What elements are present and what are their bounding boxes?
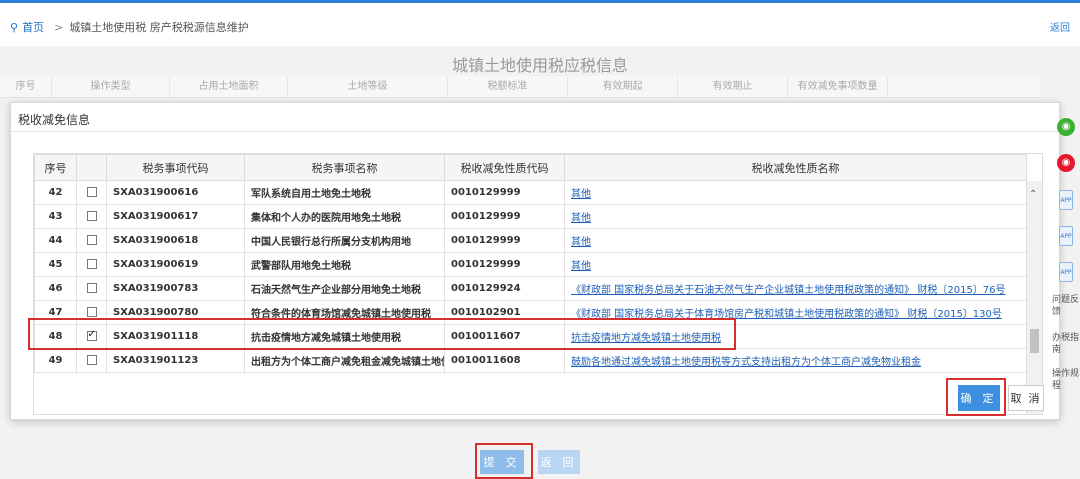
- bg-header-cell: 有效期起: [568, 76, 678, 97]
- breadcrumb: ⚲ 首页 > 城镇土地使用税 房产税税源信息维护: [10, 19, 249, 35]
- row-number: 42: [34, 180, 77, 205]
- relief-nature-name-link[interactable]: 其他: [571, 189, 591, 200]
- procedure-link[interactable]: 操作规程: [1052, 368, 1080, 392]
- table-row[interactable]: 49 SXA031901123 出租方为个体工商户减免租金减免城镇土地使用税 0…: [34, 348, 1027, 373]
- scroll-thumb[interactable]: [1030, 329, 1039, 353]
- page-title: 城镇土地使用税应税信息: [451, 56, 628, 75]
- table-header-row: 序号 税务事项代码 税务事项名称 税收减免性质代码 税收减免性质名称: [34, 154, 1027, 181]
- column-header: [76, 154, 107, 181]
- tax-relief-modal: 税收减免信息 序号 税务事项代码 税务事项名称 税收减免性质代码 税收减免性质名…: [10, 102, 1060, 420]
- bg-header-cell: 有效期止: [678, 76, 788, 97]
- relief-nature-name-link[interactable]: 《财政部 国家税务总局关于石油天然气生产企业城镇土地使用税政策的通知》 财税〔2…: [571, 285, 1006, 296]
- relief-nature-name-link[interactable]: 其他: [571, 237, 591, 248]
- back-link[interactable]: 返回: [1050, 19, 1070, 34]
- location-pin-icon: ⚲: [10, 20, 19, 34]
- relief-nature-code: 0010129924: [444, 276, 565, 301]
- row-number: 49: [34, 348, 77, 373]
- breadcrumb-current: 城镇土地使用税 房产税税源信息维护: [69, 21, 249, 34]
- relief-nature-name-link[interactable]: 鼓励各地通过减免城镇土地使用税等方式支持出租方为个体工商户减免物业租金: [571, 357, 921, 368]
- tax-item-name: 集体和个人办的医院用地免土地税: [244, 204, 445, 229]
- relief-nature-code: 0010129999: [444, 180, 565, 205]
- relief-nature-code: 0010129999: [444, 252, 565, 277]
- tax-item-name: 武警部队用地免土地税: [244, 252, 445, 277]
- row-checkbox[interactable]: [86, 355, 97, 365]
- row-number: 44: [34, 228, 77, 253]
- row-checkbox[interactable]: [86, 235, 97, 245]
- row-number: 43: [34, 204, 77, 229]
- bg-header-cell: 土地等级: [288, 76, 448, 97]
- tax-item-code: SXA031900618: [106, 228, 245, 253]
- breadcrumb-separator: >: [54, 20, 64, 34]
- modal-title: 税收减免信息: [18, 113, 91, 127]
- selected-row-highlight: [28, 318, 736, 350]
- return-button[interactable]: 返 回: [538, 450, 580, 474]
- column-header: 税务事项代码: [106, 154, 245, 181]
- confirm-button[interactable]: 确 定: [958, 385, 1000, 411]
- cancel-button[interactable]: 取 消: [1008, 385, 1044, 411]
- tax-item-code: SXA031900617: [106, 204, 245, 229]
- modal-divider: [11, 131, 1059, 132]
- column-header: 税务事项名称: [244, 154, 445, 181]
- table-scrollbar[interactable]: ⌃ ⌄: [1026, 181, 1042, 414]
- app-icon[interactable]: APP: [1059, 226, 1073, 246]
- tax-item-name: 中国人民银行总行所属分支机构用地: [244, 228, 445, 253]
- relief-nature-code: 0010011608: [444, 348, 565, 373]
- relief-table-container: 序号 税务事项代码 税务事项名称 税收减免性质代码 税收减免性质名称 42 SX…: [33, 153, 1043, 415]
- table-row[interactable]: 46 SXA031900783 石油天然气生产企业部分用地免土地税 001012…: [34, 276, 1027, 301]
- column-header: 税收减免性质名称: [564, 154, 1027, 181]
- top-bar: ⚲ 首页 > 城镇土地使用税 房产税税源信息维护 返回: [0, 0, 1080, 46]
- bg-header-cell: 序号: [0, 76, 52, 97]
- scroll-up-icon[interactable]: ⌃: [1029, 189, 1037, 200]
- relief-nature-code: 0010129999: [444, 204, 565, 229]
- app-icon[interactable]: APP: [1059, 190, 1073, 210]
- tax-item-code: SXA031900619: [106, 252, 245, 277]
- row-checkbox[interactable]: [86, 259, 97, 269]
- row-number: 46: [34, 276, 77, 301]
- table-row[interactable]: 43 SXA031900617 集体和个人办的医院用地免土地税 00101299…: [34, 204, 1027, 229]
- floating-sidebar: ◉ ◉ APP APP APP 问题反馈 办税指南 操作规程: [1050, 110, 1080, 410]
- row-number: 45: [34, 252, 77, 277]
- row-checkbox[interactable]: [86, 211, 97, 221]
- submit-button[interactable]: 提 交: [480, 450, 524, 474]
- bg-header-cell: 操作类型: [52, 76, 170, 97]
- weibo-icon[interactable]: ◉: [1057, 154, 1075, 172]
- relief-nature-name-link[interactable]: 其他: [571, 261, 591, 272]
- row-checkbox[interactable]: [86, 283, 97, 293]
- app-icon[interactable]: APP: [1059, 262, 1073, 282]
- row-checkbox[interactable]: [86, 187, 97, 197]
- table-row[interactable]: 44 SXA031900618 中国人民银行总行所属分支机构用地 0010129…: [34, 228, 1027, 253]
- feedback-link[interactable]: 问题反馈: [1052, 294, 1080, 318]
- tax-item-code: SXA031900616: [106, 180, 245, 205]
- tax-item-code: SXA031901123: [106, 348, 245, 373]
- wechat-icon[interactable]: ◉: [1057, 118, 1075, 136]
- tax-item-name: 军队系统自用土地免土地税: [244, 180, 445, 205]
- column-header: 序号: [34, 154, 77, 181]
- bg-header-cell: 税额标准: [448, 76, 568, 97]
- guide-link[interactable]: 办税指南: [1052, 332, 1080, 356]
- tax-item-name: 石油天然气生产企业部分用地免土地税: [244, 276, 445, 301]
- table-row[interactable]: 45 SXA031900619 武警部队用地免土地税 0010129999 其他: [34, 252, 1027, 277]
- tax-item-code: SXA031900783: [106, 276, 245, 301]
- row-checkbox[interactable]: [86, 307, 97, 317]
- relief-nature-name-link[interactable]: 其他: [571, 213, 591, 224]
- background-table-header: 序号 操作类型 占用土地面积 土地等级 税额标准 有效期起 有效期止 有效减免事…: [0, 76, 1040, 98]
- bg-header-cell: 有效减免事项数量: [788, 76, 888, 97]
- column-header: 税收减免性质代码: [444, 154, 565, 181]
- tax-item-name: 出租方为个体工商户减免租金减免城镇土地使用税: [244, 348, 445, 373]
- table-row[interactable]: 42 SXA031900616 军队系统自用土地免土地税 0010129999 …: [34, 180, 1027, 205]
- relief-nature-code: 0010129999: [444, 228, 565, 253]
- bg-header-cell: 占用土地面积: [170, 76, 288, 97]
- breadcrumb-home-link[interactable]: 首页: [22, 19, 44, 35]
